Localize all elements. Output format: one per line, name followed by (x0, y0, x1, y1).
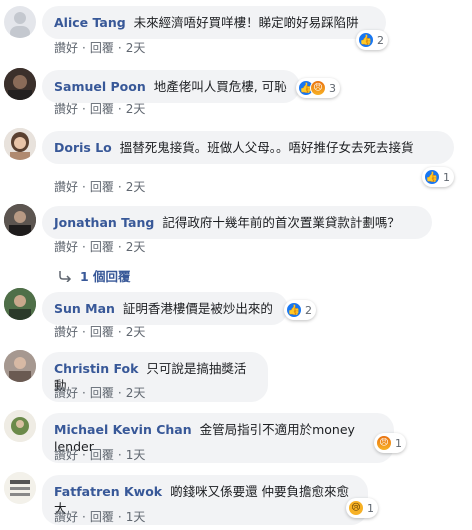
reply-button[interactable]: 回覆 (90, 448, 114, 462)
comment-timestamp[interactable]: 2天 (126, 325, 146, 339)
avatar[interactable] (4, 410, 36, 442)
comment-author[interactable]: Doris Lo (54, 140, 112, 155)
avatar[interactable] (4, 128, 36, 160)
reaction-count: 3 (329, 81, 336, 95)
comment-actions: 讚好 · 回覆 · 2天 (54, 180, 146, 194)
reaction-count: 1 (395, 436, 402, 450)
reaction-summary[interactable]: 👍 2 (356, 30, 388, 50)
avatar[interactable] (4, 204, 36, 236)
avatar[interactable] (4, 6, 36, 38)
comment-actions: 讚好 · 回覆 · 2天 (54, 102, 146, 116)
comment-bubble: Sun Man 証明香港樓價是被炒出來的 (42, 292, 288, 325)
comment-timestamp[interactable]: 1天 (126, 448, 146, 462)
comment-actions: 讚好 · 回覆 · 2天 (54, 325, 146, 339)
comment-bubble: Alice Tang 未來經濟唔好買咩樓！睇定啲好易踩陷阱 (42, 6, 386, 39)
like-button[interactable]: 讚好 (54, 41, 78, 55)
like-button[interactable]: 讚好 (54, 180, 78, 194)
like-button[interactable]: 讚好 (54, 386, 78, 400)
like-button[interactable]: 讚好 (54, 240, 78, 254)
comment-author[interactable]: Samuel Poon (54, 79, 146, 94)
comment-actions: 讚好 · 回覆 · 2天 (54, 41, 146, 55)
avatar[interactable] (4, 288, 36, 320)
comment-timestamp[interactable]: 2天 (126, 180, 146, 194)
comment-text: 記得政府十幾年前的首次置業貸款計劃嗎？ (162, 215, 400, 230)
reply-button[interactable]: 回覆 (90, 41, 114, 55)
comment-actions: 讚好 · 回覆 · 2天 (54, 386, 146, 400)
view-replies-link[interactable]: 1 個回覆 (58, 266, 131, 285)
avatar[interactable] (4, 68, 36, 100)
reaction-summary[interactable]: 👍 1 (422, 167, 454, 187)
like-button[interactable]: 讚好 (54, 448, 78, 462)
like-button[interactable]: 讚好 (54, 510, 78, 524)
comment-text: 搵替死鬼接貨。班做人父母。。唔好推仔女去死去接貨 (119, 140, 414, 155)
reaction-summary[interactable]: 👍 2 (284, 300, 316, 320)
comment-author[interactable]: Alice Tang (54, 15, 126, 30)
comment-author[interactable]: Christin Fok (54, 361, 138, 376)
comment-author[interactable]: Sun Man (54, 301, 115, 316)
angry-reaction-icon: 😠 (310, 80, 326, 96)
comment-bubble: Jonathan Tang 記得政府十幾年前的首次置業貸款計劃嗎？ (42, 206, 432, 239)
avatar[interactable] (4, 350, 36, 382)
comment-author[interactable]: Michael Kevin Chan (54, 422, 192, 437)
reaction-count: 2 (305, 303, 312, 317)
reply-button[interactable]: 回覆 (90, 180, 114, 194)
comment-author[interactable]: Fatfatren Kwok (54, 484, 162, 499)
reply-button[interactable]: 回覆 (90, 102, 114, 116)
comment-text: 証明香港樓價是被炒出來的 (122, 301, 273, 316)
reply-arrow-icon (59, 270, 72, 282)
like-reaction-icon: 👍 (424, 169, 440, 185)
comment-actions: 讚好 · 回覆 · 2天 (54, 240, 146, 254)
reply-button[interactable]: 回覆 (90, 510, 114, 524)
reply-button[interactable]: 回覆 (90, 386, 114, 400)
comment-timestamp[interactable]: 2天 (126, 386, 146, 400)
comment-author[interactable]: Jonathan Tang (54, 215, 154, 230)
reply-button[interactable]: 回覆 (90, 325, 114, 339)
comment-timestamp[interactable]: 2天 (126, 41, 146, 55)
comment-bubble: Samuel Poon 地產佬叫人買危樓, 可恥 (42, 70, 300, 103)
like-button[interactable]: 讚好 (54, 102, 78, 116)
comment-timestamp[interactable]: 1天 (126, 510, 146, 524)
comment-bubble: Doris Lo 搵替死鬼接貨。班做人父母。。唔好推仔女去死去接貨 (42, 131, 454, 164)
reaction-summary[interactable]: 😠 1 (374, 433, 406, 453)
comment-actions: 讚好 · 回覆 · 1天 (54, 510, 146, 524)
sad-reaction-icon: 😢 (348, 500, 364, 516)
reaction-summary[interactable]: 😢 1 (346, 498, 378, 518)
replies-count: 1 個回覆 (80, 269, 131, 284)
comment-text: 未來經濟唔好買咩樓！睇定啲好易踩陷阱 (133, 15, 359, 30)
comment-actions: 讚好 · 回覆 · 1天 (54, 448, 146, 462)
reaction-count: 1 (367, 501, 374, 515)
like-reaction-icon: 👍 (358, 32, 374, 48)
avatar[interactable] (4, 472, 36, 504)
reaction-summary[interactable]: 👍 😠 3 (296, 78, 340, 98)
like-button[interactable]: 讚好 (54, 325, 78, 339)
reply-button[interactable]: 回覆 (90, 240, 114, 254)
like-reaction-icon: 👍 (286, 302, 302, 318)
angry-reaction-icon: 😠 (376, 435, 392, 451)
reaction-count: 2 (377, 33, 384, 47)
reaction-count: 1 (443, 170, 450, 184)
comment-text: 地產佬叫人買危樓, 可恥 (153, 79, 287, 94)
comment-timestamp[interactable]: 2天 (126, 240, 146, 254)
comment-timestamp[interactable]: 2天 (126, 102, 146, 116)
